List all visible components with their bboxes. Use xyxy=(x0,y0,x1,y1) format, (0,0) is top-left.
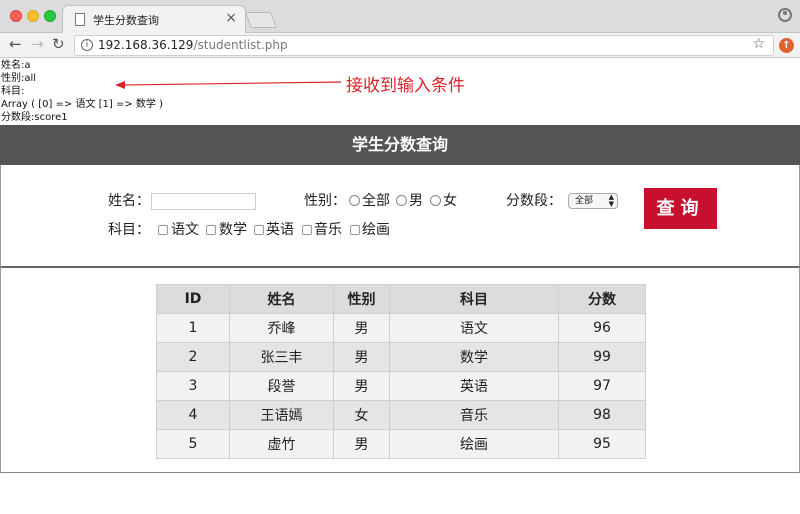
column-header-subject: 科目 xyxy=(389,284,559,314)
url-path: /studentlist.php xyxy=(193,38,288,52)
url-host: 192.168.36.129 xyxy=(98,38,194,52)
subject-option-label: 绘画 xyxy=(362,222,390,238)
cell-score: 96 xyxy=(558,313,646,343)
table-row: 4 王语嫣 女 音乐 98 xyxy=(156,400,646,430)
url-text: 192.168.36.129/studentlist.php xyxy=(98,38,288,52)
browser-tab[interactable]: 学生分数查询 × xyxy=(62,5,246,33)
cell-gender: 女 xyxy=(333,400,390,430)
bookmark-star-icon[interactable]: ☆ xyxy=(752,36,765,52)
extension-icon[interactable]: ↑ xyxy=(779,38,794,53)
select-arrows-icon: ▲ ▼ xyxy=(608,193,614,208)
gender-option-label: 全部 xyxy=(362,193,390,209)
window-maximize-button[interactable] xyxy=(44,10,56,22)
window-close-button[interactable] xyxy=(10,10,22,22)
cell-gender: 男 xyxy=(333,429,390,459)
debug-line: 姓名:a xyxy=(1,60,31,71)
cell-score: 99 xyxy=(558,342,646,372)
column-header-name: 姓名 xyxy=(229,284,334,314)
cell-score: 98 xyxy=(558,400,646,430)
cell-score: 95 xyxy=(558,429,646,459)
name-label: 姓名： xyxy=(108,193,150,209)
query-form: 姓名： 性别： 全部 男 女 分数段： 全部 ▲ ▼ 科目： 语文 数学 英语 音… xyxy=(0,165,800,268)
table-row: 2 张三丰 男 数学 99 xyxy=(156,342,646,372)
subject-label: 科目： xyxy=(108,222,150,238)
cell-score: 97 xyxy=(558,371,646,401)
subject-checkbox-art[interactable] xyxy=(350,225,360,235)
subject-option-label: 语文 xyxy=(171,222,199,238)
score-range-label: 分数段： xyxy=(506,193,562,209)
subject-checkbox-music[interactable] xyxy=(302,225,312,235)
debug-line: Array ( [0] => 语文 [1] => 数学 ) xyxy=(1,99,164,110)
window-minimize-button[interactable] xyxy=(27,10,39,22)
table-row: 3 段誉 男 英语 97 xyxy=(156,371,646,401)
cell-gender: 男 xyxy=(333,313,390,343)
forward-arrow-icon[interactable]: → xyxy=(31,35,44,53)
cell-id: 5 xyxy=(156,429,230,459)
cell-gender: 男 xyxy=(333,342,390,372)
page-title: 学生分数查询 xyxy=(0,125,800,165)
tab-title: 学生分数查询 xyxy=(93,14,159,27)
cell-subject: 语文 xyxy=(389,313,559,343)
debug-line: 分数段:score1 xyxy=(1,112,68,123)
cell-name: 虚竹 xyxy=(229,429,334,459)
cell-name: 段誉 xyxy=(229,371,334,401)
cell-id: 4 xyxy=(156,400,230,430)
profile-icon[interactable] xyxy=(778,8,792,22)
gender-radio-male[interactable] xyxy=(396,195,407,206)
subject-checkbox-chinese[interactable] xyxy=(158,225,168,235)
cell-gender: 男 xyxy=(333,371,390,401)
table-header-row: ID 姓名 性别 科目 分数 xyxy=(156,284,646,314)
score-range-value: 全部 xyxy=(575,196,594,206)
gender-option-label: 男 xyxy=(409,193,423,209)
cell-id: 3 xyxy=(156,371,230,401)
query-button[interactable]: 查询 xyxy=(644,188,717,229)
back-arrow-icon[interactable]: ← xyxy=(9,35,22,53)
document-icon xyxy=(75,13,85,26)
cell-subject: 数学 xyxy=(389,342,559,372)
info-icon[interactable]: i xyxy=(81,39,93,51)
gender-label: 性别： xyxy=(304,193,346,209)
annotation-arrow xyxy=(115,81,342,89)
table-row: 1 乔峰 男 语文 96 xyxy=(156,313,646,343)
browser-toolbar: ← → ↻ i 192.168.36.129/studentlist.php ☆ xyxy=(0,33,800,58)
cell-id: 2 xyxy=(156,342,230,372)
cell-name: 张三丰 xyxy=(229,342,334,372)
tab-close-icon[interactable]: × xyxy=(225,10,237,26)
table-row: 5 虚竹 男 绘画 95 xyxy=(156,429,646,459)
name-input[interactable] xyxy=(151,193,256,210)
annotation-text: 接收到输入条件 xyxy=(346,76,465,96)
subject-option-label: 数学 xyxy=(219,222,247,238)
cell-subject: 音乐 xyxy=(389,400,559,430)
results-table: ID 姓名 性别 科目 分数 1 乔峰 男 语文 96 2 张三丰 男 数学 9… xyxy=(156,284,646,459)
gender-option-label: 女 xyxy=(443,193,457,209)
gender-radio-female[interactable] xyxy=(430,195,441,206)
tab-bar: 学生分数查询 × xyxy=(0,0,800,33)
column-header-id: ID xyxy=(156,284,230,314)
cell-name: 王语嫣 xyxy=(229,400,334,430)
results-panel: ID 姓名 性别 科目 分数 1 乔峰 男 语文 96 2 张三丰 男 数学 9… xyxy=(0,268,800,473)
subject-checkbox-math[interactable] xyxy=(206,225,216,235)
subject-option-label: 音乐 xyxy=(314,222,342,238)
cell-subject: 英语 xyxy=(389,371,559,401)
address-bar[interactable]: i 192.168.36.129/studentlist.php ☆ xyxy=(74,35,774,56)
gender-radio-all[interactable] xyxy=(349,195,360,206)
cell-name: 乔峰 xyxy=(229,313,334,343)
cell-subject: 绘画 xyxy=(389,429,559,459)
column-header-gender: 性别 xyxy=(333,284,390,314)
reload-icon[interactable]: ↻ xyxy=(52,35,65,53)
subject-checkbox-english[interactable] xyxy=(254,225,264,235)
new-tab-button[interactable] xyxy=(245,12,277,28)
subject-option-label: 英语 xyxy=(266,222,294,238)
cell-id: 1 xyxy=(156,313,230,343)
column-header-score: 分数 xyxy=(558,284,646,314)
score-range-select[interactable]: 全部 ▲ ▼ xyxy=(568,193,618,209)
